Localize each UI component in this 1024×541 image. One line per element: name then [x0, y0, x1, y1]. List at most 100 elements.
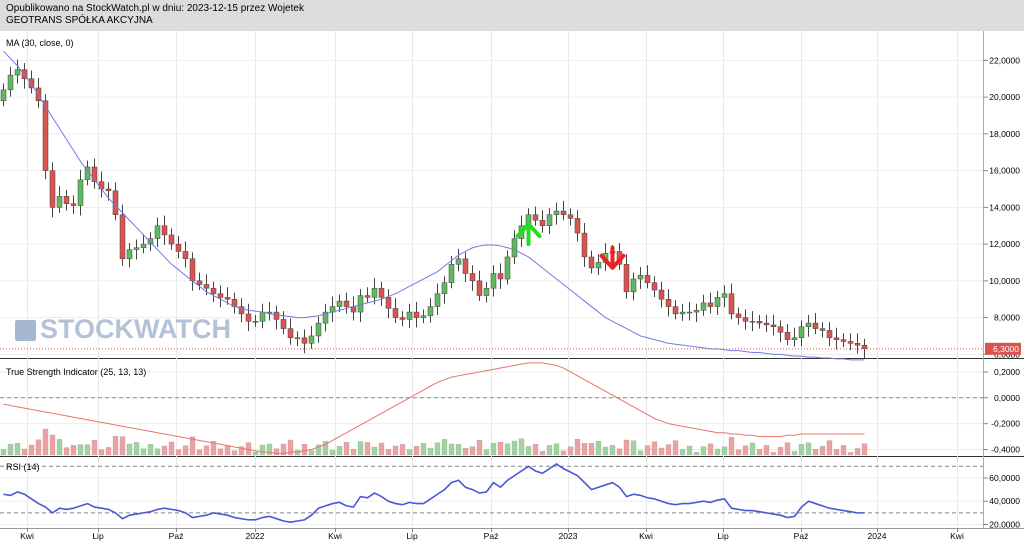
- candle-body: [217, 293, 224, 298]
- volume-bar: [791, 451, 798, 456]
- candle-body: [455, 258, 462, 265]
- candle-body: [434, 293, 441, 307]
- candle-body: [847, 341, 854, 344]
- candle-body: [798, 326, 805, 339]
- x-tick-label: Paź: [794, 531, 809, 541]
- volume-bar: [385, 449, 392, 456]
- candle-body: [840, 339, 847, 342]
- y-tick-label: -0,2000: [991, 419, 1020, 429]
- candle-body: [154, 225, 161, 239]
- candle-body: [147, 238, 154, 245]
- volume-bar: [42, 428, 49, 456]
- candle-body: [644, 275, 651, 283]
- y-tick-label: 0,0000: [994, 393, 1020, 403]
- candle-body: [259, 311, 266, 322]
- x-tick-label: 2024: [868, 531, 887, 541]
- x-tick-label: Paź: [169, 531, 184, 541]
- candle-body: [406, 311, 413, 320]
- volume-bar: [252, 451, 259, 456]
- x-tick-label: Paź: [484, 531, 499, 541]
- candle-body: [784, 332, 791, 340]
- candle-body: [630, 278, 637, 293]
- candle-body: [105, 188, 112, 192]
- volume-bar: [476, 440, 483, 456]
- candle-body: [280, 319, 287, 329]
- candle-body: [721, 293, 728, 298]
- volume-bar: [420, 443, 427, 456]
- candle-body: [826, 330, 833, 339]
- volume-bar: [707, 443, 714, 456]
- candle-body: [252, 321, 259, 323]
- volume-bar: [651, 441, 658, 456]
- volume-bar: [784, 442, 791, 456]
- main-panel-title: MA (30, close, 0): [6, 38, 74, 48]
- y-tick-label: 20,0000: [989, 92, 1020, 102]
- candle-body: [287, 328, 294, 339]
- volume-bar: [217, 448, 224, 456]
- y-tick-label: 22,0000: [989, 55, 1020, 65]
- candle-body: [161, 225, 168, 236]
- candle-body: [476, 280, 483, 296]
- candle-body: [854, 343, 861, 346]
- volume-bar: [343, 442, 350, 456]
- volume-bar: [588, 443, 595, 456]
- candle-body: [7, 74, 14, 91]
- volume-bar: [483, 449, 490, 456]
- candle-body: [385, 297, 392, 309]
- volume-bar: [553, 443, 560, 456]
- y-tick-label: 60,0000: [989, 473, 1020, 483]
- volume-bar: [840, 445, 847, 456]
- candle-body: [98, 181, 105, 190]
- volume-bar: [21, 448, 28, 456]
- volume-bar: [700, 446, 707, 456]
- volume-bar: [266, 443, 273, 456]
- volume-bar: [826, 440, 833, 456]
- candle-body: [679, 311, 686, 315]
- rsi-panel-title: RSI (14): [6, 462, 40, 472]
- volume-bar: [749, 442, 756, 456]
- volume-bar: [112, 436, 119, 456]
- candle-body: [301, 337, 308, 344]
- candle-body: [511, 238, 518, 258]
- candle-body: [658, 289, 665, 300]
- candle-body: [140, 243, 147, 249]
- candle-body: [595, 262, 602, 269]
- y-tick-label: 0,2000: [994, 367, 1020, 377]
- volume-bar: [105, 447, 112, 456]
- volume-bar: [574, 439, 581, 456]
- candle-body: [392, 308, 399, 318]
- candle-body: [749, 321, 756, 323]
- volume-bar: [490, 443, 497, 456]
- candle-body: [651, 282, 658, 291]
- volume-bar: [462, 448, 469, 456]
- volume-bar: [735, 449, 742, 456]
- candle-body: [763, 322, 770, 326]
- candle-body: [490, 273, 497, 289]
- volume-bar: [637, 450, 644, 456]
- stock-chart: Kwi Lip Paź 2022 Kwi Lip Paź 2023 Kwi Lip Paź 2024 K…: [0, 31, 1024, 541]
- candle-body: [112, 190, 119, 215]
- candle-body: [336, 300, 343, 307]
- volume-bar: [742, 445, 749, 456]
- volume-bar: [672, 440, 679, 456]
- volume-bar: [763, 445, 770, 456]
- candle-body: [294, 337, 301, 340]
- candle-body: [56, 196, 63, 208]
- volume-bar: [259, 444, 266, 456]
- x-tick-label: 2023: [559, 531, 578, 541]
- candle-body: [245, 313, 252, 322]
- volume-bar: [231, 450, 238, 456]
- candle-body: [126, 249, 133, 260]
- x-tick-label: Lip: [406, 531, 418, 541]
- volume-bar: [119, 436, 126, 456]
- candle-body: [539, 219, 546, 226]
- candle-body: [119, 214, 126, 260]
- y-tick-label: 12,0000: [989, 239, 1020, 249]
- volume-bar: [448, 443, 455, 456]
- volume-bar: [581, 443, 588, 456]
- volume-bar: [812, 449, 819, 456]
- candle-body: [49, 170, 56, 208]
- volume-bar: [154, 448, 161, 456]
- volume-bar: [161, 445, 168, 456]
- volume-bar: [84, 444, 91, 456]
